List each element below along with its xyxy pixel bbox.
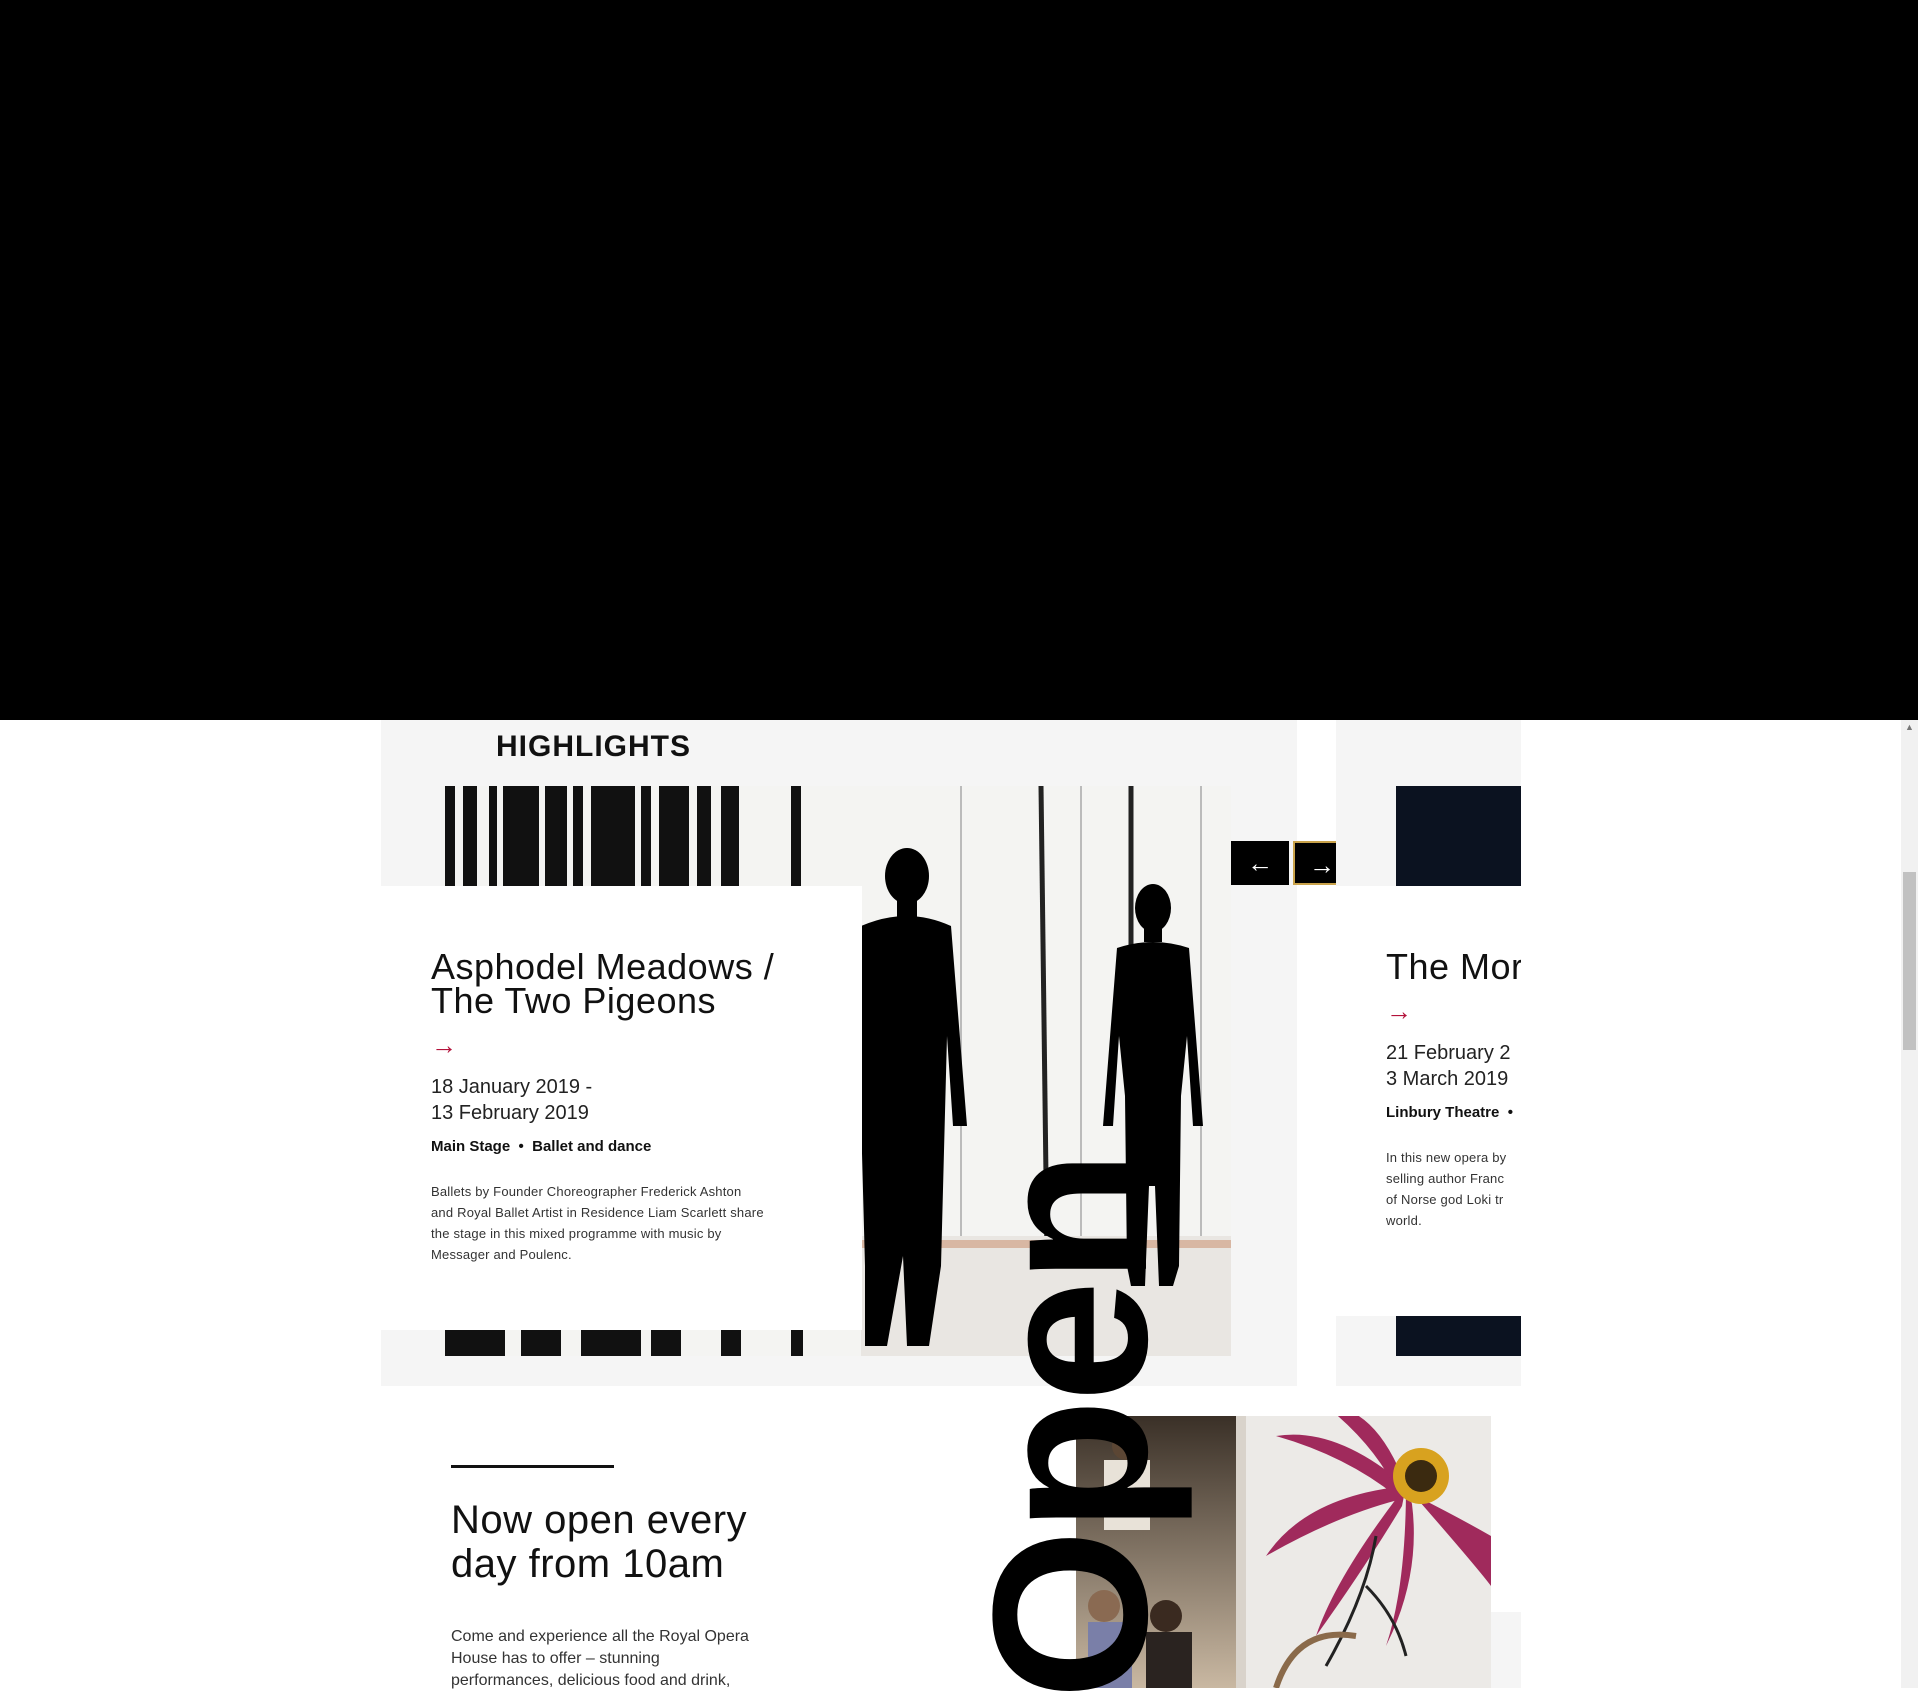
card-date-start: 18 January 2019 -: [431, 1076, 593, 1098]
arrow-left-icon: ←: [1247, 848, 1273, 878]
bullet-separator: •: [514, 1138, 528, 1155]
open-title-line2: day from 10am: [451, 1542, 725, 1586]
scroll-up-icon[interactable]: ▲: [1905, 722, 1914, 732]
decor-block: [1491, 1612, 1521, 1688]
card-description-line3: of Norse god Loki tr: [1386, 1192, 1504, 1207]
open-body-line1: Come and experience all the Royal Opera: [451, 1628, 749, 1645]
highlights-heading: HIGHLIGHTS: [496, 730, 691, 763]
arrow-right-icon[interactable]: →: [1386, 998, 1412, 1024]
section-divider: [451, 1465, 614, 1468]
card-title-line1[interactable]: Asphodel Meadows /: [431, 949, 774, 985]
arrow-right-icon: →: [1309, 850, 1335, 880]
card-description-line4: Messager and Poulenc.: [431, 1247, 572, 1262]
page-scrollbar[interactable]: [1901, 720, 1918, 1688]
card-description-line1: Ballets by Founder Choreographer Frederi…: [431, 1184, 742, 1199]
carousel-prev-button[interactable]: ←: [1231, 841, 1289, 885]
open-body-line3: performances, delicious food and drink,: [451, 1672, 731, 1689]
card-title-line2[interactable]: The Two Pigeons: [431, 983, 716, 1019]
highlight-card-next[interactable]: The Mor → 21 February 2 3 March 2019 Lin…: [1336, 720, 1521, 1386]
scrollbar-thumb[interactable]: [1903, 872, 1916, 1050]
card-meta: Main Stage • Ballet and dance: [431, 1138, 651, 1155]
card-date-end: 13 February 2019: [431, 1102, 589, 1124]
card-date-start: 21 February 2: [1386, 1042, 1511, 1064]
card-meta: Linbury Theatre •: [1386, 1104, 1513, 1121]
card-description-line3: the stage in this mixed programme with m…: [431, 1226, 722, 1241]
card-description-line4: world.: [1386, 1213, 1422, 1228]
card-date-end: 3 March 2019: [1386, 1068, 1509, 1090]
card-venue: Main Stage: [431, 1138, 511, 1155]
bullet-separator: •: [1503, 1104, 1513, 1121]
card-category: Ballet and dance: [532, 1138, 652, 1155]
card-title-line1[interactable]: The Mor: [1386, 949, 1521, 985]
card-description-line2: and Royal Ballet Artist in Residence Lia…: [431, 1205, 764, 1220]
hero-video-area: [0, 0, 1918, 720]
card-description-line1: In this new opera by: [1386, 1150, 1507, 1165]
card-venue: Linbury Theatre: [1386, 1104, 1500, 1121]
open-body-line2: House has to offer – stunning: [451, 1650, 660, 1667]
open-title-line1: Now open every: [451, 1498, 748, 1542]
card-description-line2: selling author Franc: [1386, 1171, 1505, 1186]
open-big-word: Open: [947, 1153, 1193, 1700]
arrow-right-icon[interactable]: →: [431, 1032, 457, 1058]
